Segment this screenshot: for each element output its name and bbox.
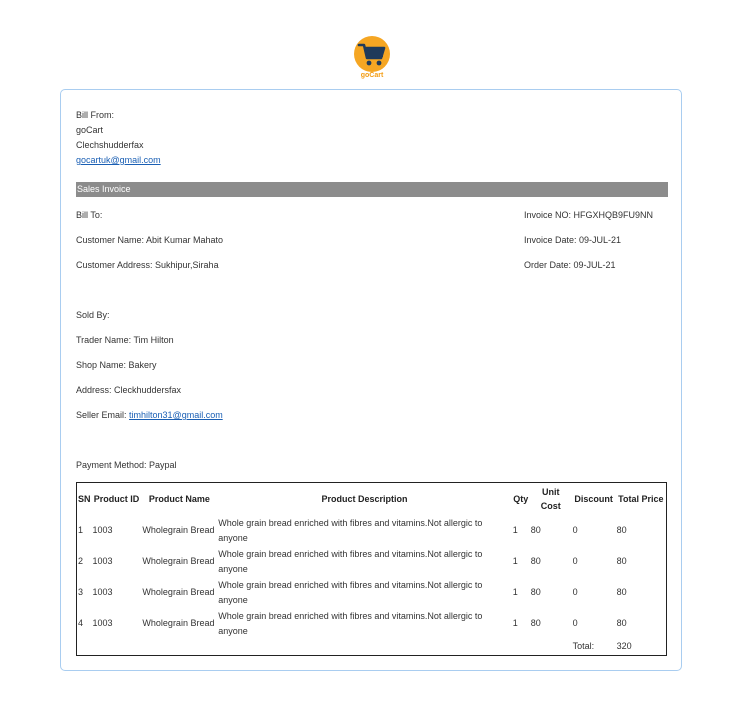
logo-wordmark: goCart	[360, 72, 384, 79]
cell-unit-cost: 80	[530, 525, 541, 535]
shop-name: Shop Name: Bakery	[76, 360, 157, 370]
cell-sn: 3	[78, 587, 84, 597]
cell-product-name: Wholegrain Bread	[142, 587, 215, 597]
cell-product-description: Whole grain bread enriched with fibres a…	[218, 579, 483, 605]
column-header: Total Price	[618, 494, 664, 504]
cell-unit-cost: 80	[530, 556, 541, 566]
cell-sn: 1	[78, 525, 84, 535]
cell-total-price: 80	[616, 618, 627, 628]
trader-name: Trader Name: Tim Hilton	[76, 335, 174, 345]
cell-qty: 1	[512, 618, 518, 628]
column-header: SN	[78, 494, 91, 504]
cell-product-name: Wholegrain Bread	[142, 525, 215, 535]
table-row: 1 1003 Wholegrain Bread Whole grain brea…	[77, 515, 667, 546]
table-header-row: SN Product ID Product Name Product Descr…	[77, 483, 667, 516]
cell-product-name: Wholegrain Bread	[142, 556, 215, 566]
column-header: Product Name	[148, 494, 210, 504]
bill-from-email-link[interactable]: gocartuk@gmail.com	[76, 154, 161, 166]
cell-product-id: 1003	[92, 587, 113, 597]
bill-from-location: Clechshudderfax	[76, 140, 144, 150]
cell-qty: 1	[512, 556, 518, 566]
cell-discount: 0	[572, 556, 578, 566]
cell-product-description: Whole grain bread enriched with fibres a…	[218, 517, 483, 543]
cell-product-id: 1003	[92, 556, 113, 566]
seller-email-link[interactable]: timhilton31@gmail.com	[129, 410, 223, 420]
sold-by-label: Sold By:	[76, 310, 110, 320]
cell-product-description: Whole grain bread enriched with fibres a…	[218, 548, 483, 574]
invoice-number: Invoice NO: HFGXHQB9FU9NN	[524, 210, 654, 220]
seller-email-label: Seller Email:	[76, 410, 127, 420]
customer-address: Customer Address: Sukhipur,Siraha	[76, 260, 219, 270]
cell-total-price: 80	[616, 525, 627, 535]
total-value: 320	[616, 641, 632, 652]
table-row: 2 1003 Wholegrain Bread Whole grain brea…	[77, 546, 667, 577]
cell-product-description: Whole grain bread enriched with fibres a…	[218, 610, 483, 636]
cell-unit-cost: 80	[530, 587, 541, 597]
cell-qty: 1	[512, 525, 518, 535]
cell-qty: 1	[512, 587, 518, 597]
cell-sn: 4	[78, 618, 84, 628]
cell-product-name: Wholegrain Bread	[142, 618, 215, 628]
invoice-card: Bill From: goCart Clechshudderfax gocart…	[60, 89, 682, 671]
cell-discount: 0	[572, 587, 578, 597]
order-date: Order Date: 09-JUL-21	[524, 260, 616, 270]
bill-from-company: goCart	[76, 125, 104, 135]
table-row: 4 1003 Wholegrain Bread Whole grain brea…	[77, 608, 667, 639]
cell-discount: 0	[572, 525, 578, 535]
invoice-date: Invoice Date: 09-JUL-21	[524, 235, 622, 245]
cell-total-price: 80	[616, 587, 627, 597]
table-row: 3 1003 Wholegrain Bread Whole grain brea…	[77, 577, 667, 608]
cell-discount: 0	[572, 618, 578, 628]
column-header: Qty	[513, 494, 529, 504]
customer-name: Customer Name: Abit Kumar Mahato	[76, 235, 224, 245]
bill-to-label: Bill To:	[76, 210, 103, 220]
cell-product-id: 1003	[92, 525, 113, 535]
payment-method: Payment Method: Paypal	[76, 460, 177, 470]
cell-total-price: 80	[616, 556, 627, 566]
cell-sn: 2	[78, 556, 84, 566]
sales-invoice-header: Sales Invoice	[76, 182, 668, 197]
gocart-logo: goCart	[352, 36, 392, 84]
seller-address: Address: Cleckhuddersfax	[76, 385, 182, 395]
bill-from-label: Bill From:	[76, 110, 114, 120]
column-header: Product ID	[93, 494, 140, 504]
total-row: Total: 320	[77, 639, 667, 655]
column-header: Unit Cost	[540, 487, 561, 511]
cell-product-id: 1003	[92, 618, 113, 628]
column-header: Discount	[574, 494, 613, 504]
seller-email-row: Seller Email: timhilton31@gmail.com	[76, 409, 223, 421]
invoice-items-table: SN Product ID Product Name Product Descr…	[76, 482, 667, 656]
total-label: Total:	[572, 641, 595, 652]
column-header: Product Description	[321, 494, 408, 504]
cell-unit-cost: 80	[530, 618, 541, 628]
shopping-cart-icon	[354, 36, 390, 72]
